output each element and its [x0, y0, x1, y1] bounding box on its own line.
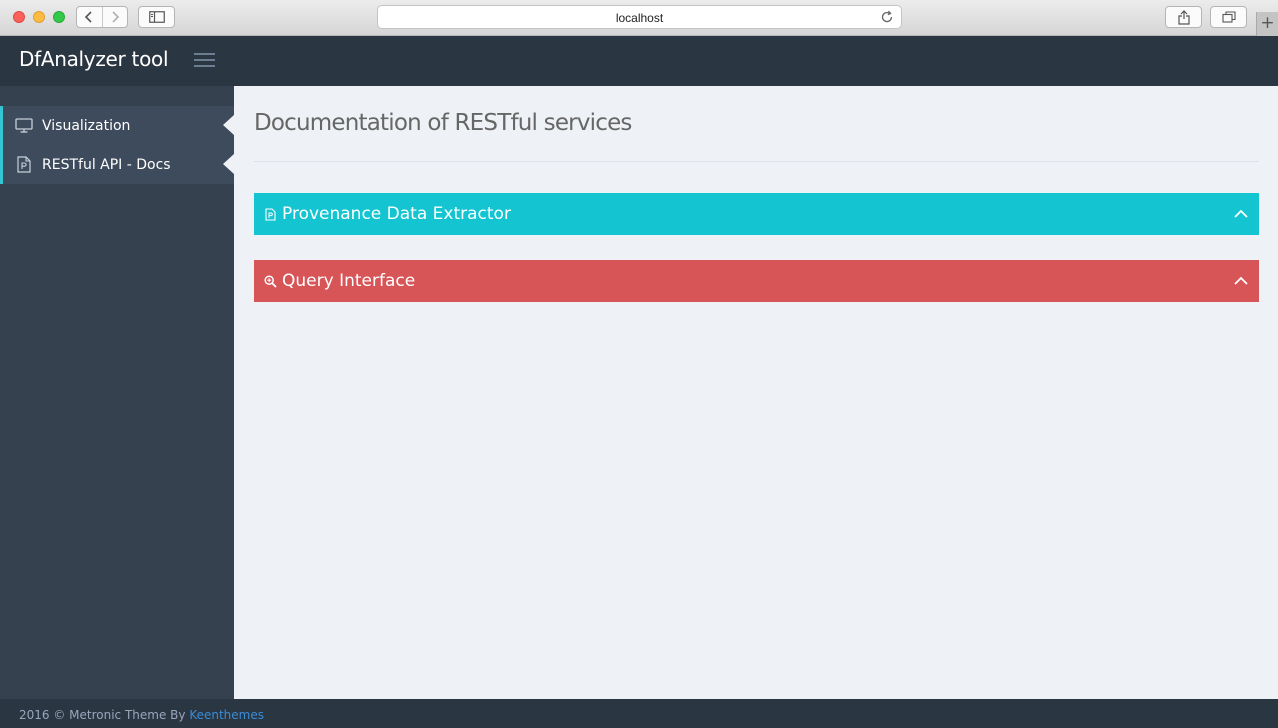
monitor-icon: [15, 117, 33, 135]
page-title: Documentation of RESTful services: [254, 110, 632, 136]
brand-logo[interactable]: DfAnalyzer tool: [19, 47, 169, 71]
app-header: DfAnalyzer tool: [0, 36, 1278, 86]
search-zoom-icon: [264, 274, 277, 288]
chevron-up-icon[interactable]: [1233, 206, 1249, 222]
hamburger-menu-icon[interactable]: [194, 53, 215, 69]
close-window-button[interactable]: [13, 11, 25, 23]
address-text: localhost: [615, 11, 664, 25]
forward-button[interactable]: [103, 7, 128, 27]
address-bar[interactable]: localhost: [377, 5, 902, 29]
document-icon: [264, 207, 277, 221]
sidebar-item-label: RESTful API - Docs: [42, 156, 171, 173]
document-icon: [15, 156, 33, 174]
keenthemes-link[interactable]: Keenthemes: [189, 708, 264, 722]
panel-query-interface[interactable]: Query Interface: [254, 260, 1259, 302]
back-button[interactable]: [77, 7, 103, 27]
zoom-window-button[interactable]: [53, 11, 65, 23]
sidebar-item-restful-api-docs[interactable]: RESTful API - Docs: [0, 145, 234, 184]
chevron-left-icon: [85, 11, 92, 23]
share-icon: [1177, 9, 1190, 25]
show-tabs-button[interactable]: [1210, 6, 1247, 28]
footer: 2016 © Metronic Theme By Keenthemes: [0, 699, 1278, 728]
panel-title: Query Interface: [282, 271, 416, 291]
reload-icon[interactable]: [879, 9, 895, 25]
sidebar-item-visualization[interactable]: Visualization: [0, 106, 234, 145]
main-content: Documentation of RESTful services Proven…: [234, 86, 1278, 699]
divider: [254, 161, 1259, 162]
copyright-text: 2016 © Metronic Theme By: [19, 708, 190, 722]
show-sidebar-button[interactable]: [138, 6, 175, 28]
share-button[interactable]: [1165, 6, 1202, 28]
active-arrow: [223, 115, 234, 135]
browser-toolbar: localhost +: [0, 0, 1278, 36]
sidebar: Visualization RESTful API - Docs: [0, 86, 234, 699]
chevron-up-icon[interactable]: [1233, 273, 1249, 289]
sidebar-icon: [148, 11, 165, 23]
new-tab-button[interactable]: +: [1256, 12, 1278, 36]
tabs-icon: [1221, 11, 1236, 23]
panel-provenance-data-extractor[interactable]: Provenance Data Extractor: [254, 193, 1259, 235]
navigation-buttons: [76, 6, 128, 28]
minimize-window-button[interactable]: [33, 11, 45, 23]
sidebar-item-label: Visualization: [42, 117, 131, 134]
active-arrow: [223, 154, 234, 174]
chevron-right-icon: [112, 11, 119, 23]
footer-text: 2016 © Metronic Theme By Keenthemes: [19, 708, 264, 722]
panel-title: Provenance Data Extractor: [282, 204, 511, 224]
